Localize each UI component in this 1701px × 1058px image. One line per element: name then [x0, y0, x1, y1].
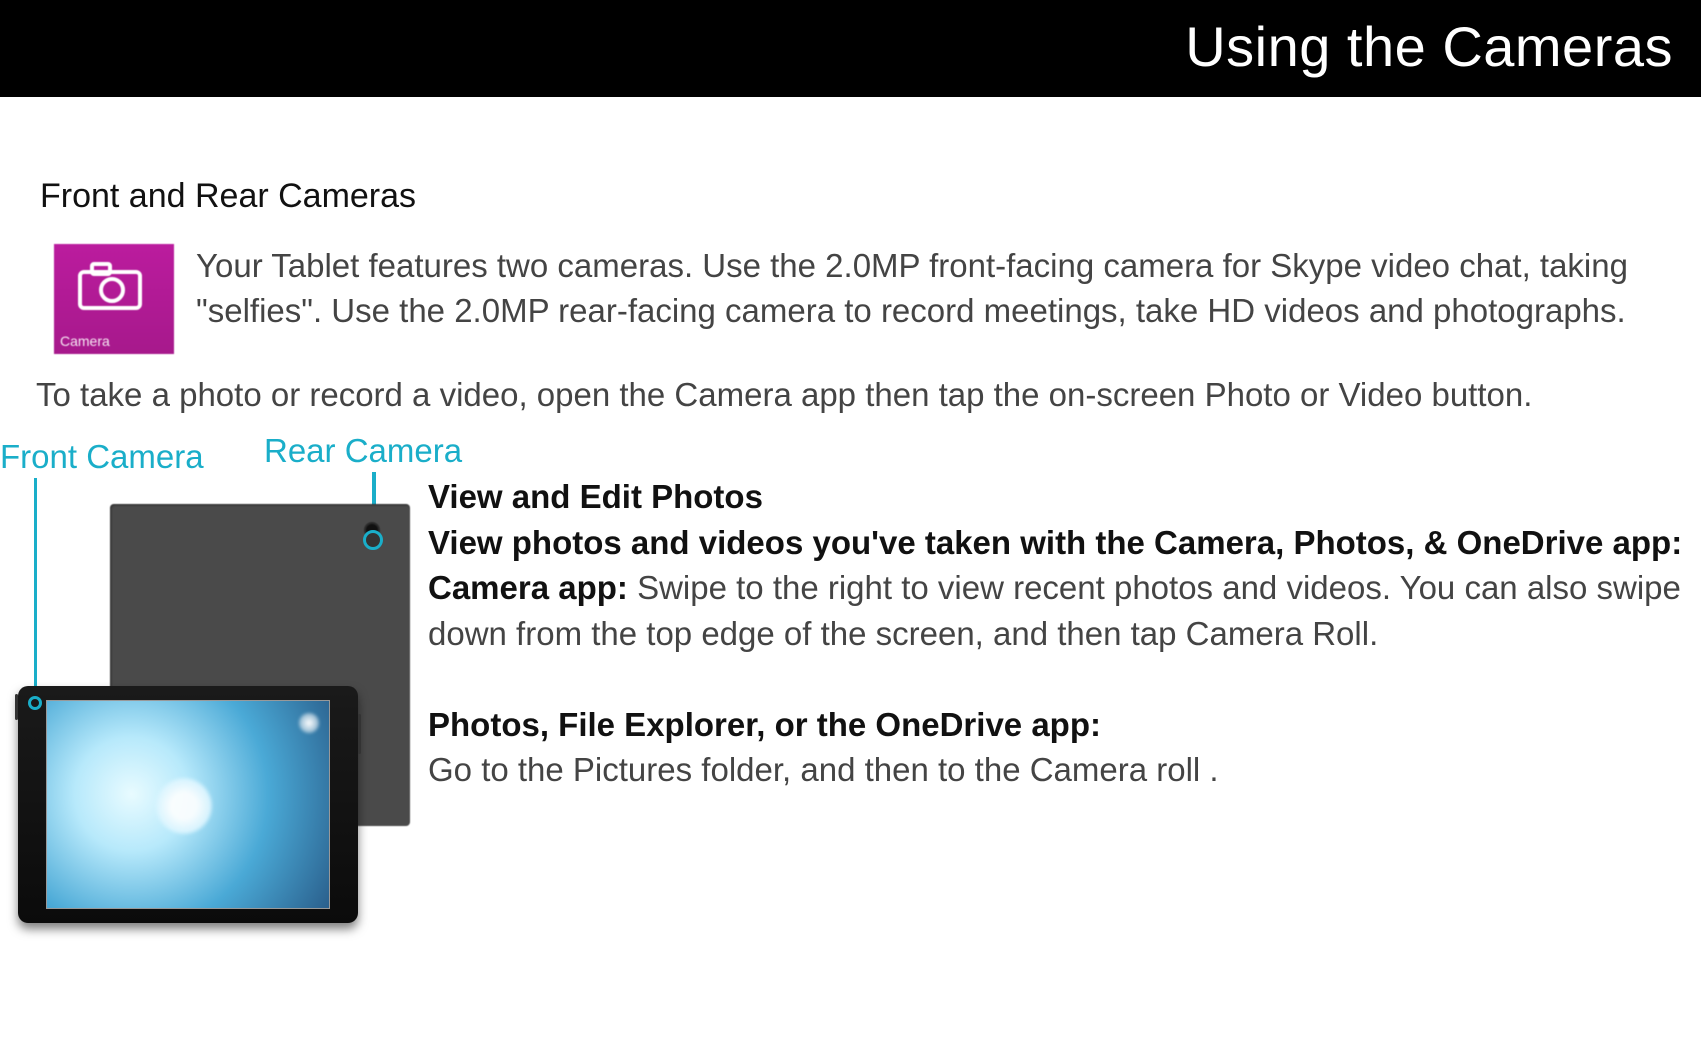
photos-apps-text: Go to the Pictures folder, and then to t… — [428, 747, 1699, 793]
intro-text: Your Tablet features two cameras. Use th… — [196, 244, 1696, 333]
device-screen — [46, 700, 330, 909]
rear-camera-label: Rear Camera — [264, 432, 462, 470]
view-apps-heading: View photos and videos you've taken with… — [428, 520, 1699, 566]
view-edit-heading: View and Edit Photos — [428, 474, 1699, 520]
tablet-front-illustration — [18, 686, 358, 923]
photos-apps-label: Photos, File Explorer, or the OneDrive a… — [428, 702, 1699, 748]
instruction-paragraph: To take a photo or record a video, open … — [36, 372, 1665, 418]
camera-icon — [78, 262, 142, 310]
camera-app-line: Camera app: Swipe to the right to view r… — [428, 565, 1699, 656]
device-button-icon — [358, 714, 361, 754]
camera-tile-label: Camera — [60, 333, 110, 349]
device-button-icon — [15, 694, 18, 720]
section-heading: Front and Rear Cameras — [40, 177, 1701, 216]
camera-app-tile: Camera — [54, 244, 174, 354]
page-title: Using the Cameras — [1185, 15, 1673, 78]
view-edit-section: View and Edit Photos View photos and vid… — [428, 474, 1701, 793]
page-title-bar: Using the Cameras — [0, 0, 1701, 97]
wallpaper-flower-icon — [147, 769, 220, 842]
front-camera-label: Front Camera — [0, 438, 204, 476]
wallpaper-flare-icon — [299, 713, 319, 733]
camera-app-label: Camera app: — [428, 569, 628, 606]
front-camera-leader-line — [34, 478, 37, 698]
